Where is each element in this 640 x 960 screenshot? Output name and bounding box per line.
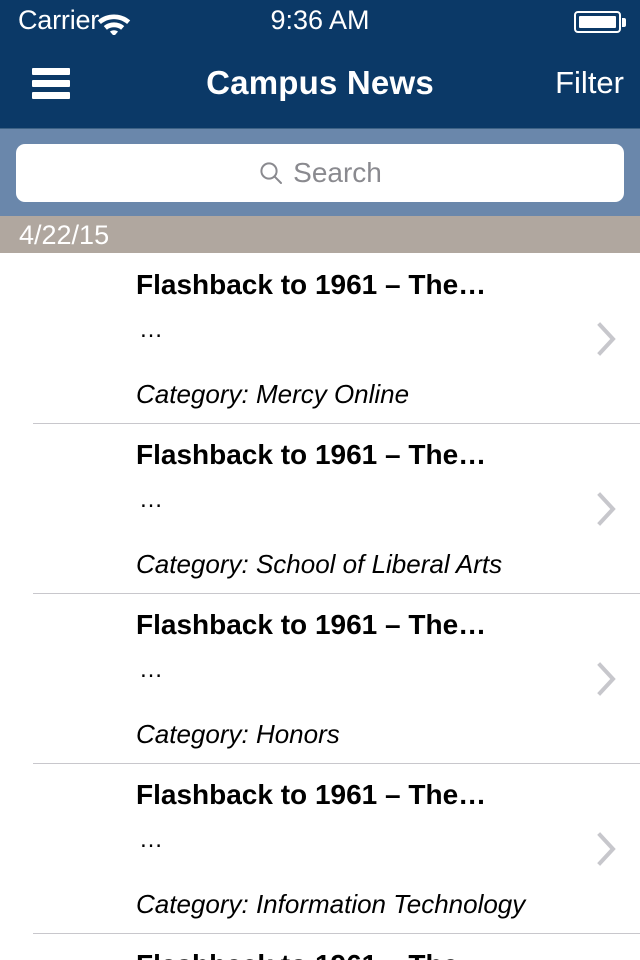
chevron-right-icon — [596, 321, 618, 357]
search-icon — [258, 160, 284, 186]
hamburger-bar-1 — [32, 68, 70, 75]
battery-fill — [579, 16, 616, 28]
news-item-category: Category: Honors — [136, 719, 340, 749]
news-item-title: Flashback to 1961 – The… — [136, 269, 487, 300]
page-title: Campus News — [206, 64, 434, 101]
news-item-snippet: … — [139, 486, 165, 513]
search-input[interactable]: Search — [16, 144, 624, 202]
battery-body — [574, 11, 621, 33]
search-input-content: Search — [16, 144, 624, 202]
battery-full-icon — [574, 11, 626, 33]
hamburger-bar-3 — [32, 92, 70, 99]
battery-cap — [622, 18, 626, 27]
news-item-category: Category: Information Technology — [136, 889, 526, 919]
status-bar: Carrier 9:36 AM — [0, 0, 640, 40]
section-header-date: 4/22/15 — [0, 216, 640, 253]
hamburger-menu-icon — [32, 68, 70, 100]
news-list-item[interactable]: Flashback to 1961 – The… … — [0, 933, 640, 960]
news-list[interactable]: Flashback to 1961 – The… … Category: Mer… — [0, 253, 640, 960]
news-item-title: Flashback to 1961 – The… — [136, 947, 556, 960]
news-item-title: Flashback to 1961 – The… — [136, 609, 487, 640]
news-list-item[interactable]: Flashback to 1961 – The… … Category: Inf… — [0, 763, 640, 933]
search-placeholder: Search — [293, 157, 382, 188]
section-header-label: 4/22/15 — [19, 220, 110, 250]
news-list-item[interactable]: Flashback to 1961 – The… … Category: Hon… — [0, 593, 640, 763]
campus-news-screen: Carrier 9:36 AM Campus News Filter Searc… — [0, 0, 640, 960]
news-item-title: Flashback to 1961 – The… — [136, 439, 487, 470]
navigation-bar: Campus News Filter — [0, 40, 640, 128]
status-time: 9:36 AM — [270, 5, 370, 35]
news-item-category: Category: Mercy Online — [136, 379, 410, 409]
chevron-right-icon — [596, 831, 618, 867]
news-list-item[interactable]: Flashback to 1961 – The… … Category: Mer… — [0, 253, 640, 423]
menu-button[interactable] — [16, 54, 88, 114]
hamburger-bar-2 — [32, 80, 70, 87]
filter-button[interactable]: Filter — [555, 62, 624, 104]
news-item-snippet: … — [139, 656, 165, 683]
news-item-snippet: … — [139, 316, 165, 343]
news-list-item[interactable]: Flashback to 1961 – The… … Category: Sch… — [0, 423, 640, 593]
news-item-title: Flashback to 1961 – The… — [136, 779, 487, 810]
news-item-snippet: … — [139, 826, 165, 853]
search-bar: Search — [0, 128, 640, 216]
news-item-category: Category: School of Liberal Arts — [136, 549, 503, 579]
chevron-right-icon — [596, 491, 618, 527]
chevron-right-icon — [596, 661, 618, 697]
